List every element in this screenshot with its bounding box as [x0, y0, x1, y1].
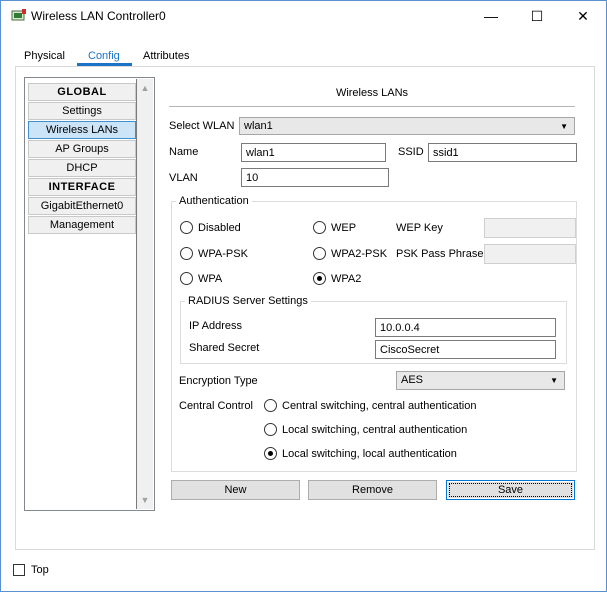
radio-wep-label: WEP	[331, 222, 357, 234]
select-wlan-dropdown[interactable]: wlan1 ▼	[239, 117, 575, 135]
encryption-type-value: AES	[401, 374, 424, 386]
ip-address-label: IP Address	[189, 320, 242, 332]
nav-header-interface: INTERFACE	[28, 178, 136, 196]
shared-secret-field[interactable]: CiscoSecret	[375, 340, 556, 359]
radio-wpa-psk-label: WPA-PSK	[198, 248, 248, 260]
wep-key-label: WEP Key	[396, 222, 443, 234]
vlan-label: VLAN	[169, 172, 198, 184]
remove-button[interactable]: Remove	[308, 480, 437, 500]
radio-wpa2-label: WPA2	[331, 273, 362, 285]
name-field[interactable]: wlan1	[241, 143, 386, 162]
radio-central-switching-central-auth[interactable]	[264, 399, 277, 412]
name-label: Name	[169, 146, 199, 158]
select-wlan-label: Select WLAN	[169, 120, 235, 132]
vlan-field[interactable]: 10	[241, 168, 389, 187]
config-nav-list: GLOBAL Settings Wireless LANs AP Groups …	[24, 77, 155, 511]
window-title: Wireless LAN Controller0	[31, 9, 166, 23]
radio-wpa[interactable]	[180, 272, 193, 285]
radio-wpa-psk[interactable]	[180, 247, 193, 260]
psk-pass-phrase-label: PSK Pass Phrase	[396, 248, 484, 260]
radio-disabled[interactable]	[180, 221, 193, 234]
shared-secret-label: Shared Secret	[189, 342, 260, 354]
top-checkbox[interactable]	[13, 564, 25, 576]
chevron-down-icon: ▼	[560, 122, 568, 131]
authentication-title: Authentication	[176, 195, 252, 207]
ssid-label: SSID	[398, 146, 424, 158]
nav-header-global: GLOBAL	[28, 83, 136, 101]
psk-pass-phrase-field	[484, 244, 576, 264]
close-button[interactable]: ✕	[560, 1, 606, 32]
scroll-down-icon[interactable]: ▼	[137, 492, 153, 508]
central-control-label: Central Control	[179, 400, 253, 412]
wep-key-field	[484, 218, 576, 238]
local-switching-local-auth-label: Local switching, local authentication	[282, 448, 457, 460]
top-checkbox-label: Top	[31, 564, 49, 576]
central-switching-central-auth-label: Central switching, central authenticatio…	[282, 400, 477, 412]
ip-address-field[interactable]: 10.0.0.4	[375, 318, 556, 337]
scroll-up-icon[interactable]: ▲	[137, 80, 153, 96]
maximize-button[interactable]: ☐	[514, 1, 560, 32]
ssid-field[interactable]: ssid1	[428, 143, 577, 162]
app-icon	[11, 9, 27, 23]
local-switching-central-auth-label: Local switching, central authentication	[282, 424, 468, 436]
title-bar: Wireless LAN Controller0 — ☐ ✕	[1, 1, 606, 32]
nav-item-management[interactable]: Management	[28, 216, 136, 234]
radio-wpa2[interactable]	[313, 272, 326, 285]
radio-wep[interactable]	[313, 221, 326, 234]
close-icon: ✕	[577, 8, 589, 24]
nav-item-wireless-lans[interactable]: Wireless LANs	[28, 121, 136, 139]
select-wlan-value: wlan1	[244, 120, 273, 132]
nav-item-gigabitethernet0[interactable]: GigabitEthernet0	[28, 197, 136, 215]
radio-local-switching-local-auth[interactable]	[264, 447, 277, 460]
chevron-down-icon: ▼	[550, 376, 558, 385]
radio-local-switching-central-auth[interactable]	[264, 423, 277, 436]
encryption-type-dropdown[interactable]: AES ▼	[396, 371, 565, 390]
nav-item-ap-groups[interactable]: AP Groups	[28, 140, 136, 158]
radio-disabled-label: Disabled	[198, 222, 241, 234]
minimize-button[interactable]: —	[468, 1, 514, 32]
section-title: Wireless LANs	[335, 87, 409, 99]
tab-physical[interactable]: Physical	[16, 46, 73, 66]
nav-item-dhcp[interactable]: DHCP	[28, 159, 136, 177]
radio-wpa-label: WPA	[198, 273, 223, 285]
radius-settings-title: RADIUS Server Settings	[185, 295, 311, 307]
radio-wpa2-psk-label: WPA2-PSK	[331, 248, 388, 260]
section-divider	[169, 106, 575, 107]
nav-items-container: GLOBAL Settings Wireless LANs AP Groups …	[26, 79, 137, 509]
tab-attributes[interactable]: Attributes	[135, 46, 197, 66]
radio-wpa2-psk[interactable]	[313, 247, 326, 260]
minimize-icon: —	[484, 8, 498, 24]
nav-item-settings[interactable]: Settings	[28, 102, 136, 120]
new-button[interactable]: New	[171, 480, 300, 500]
save-button[interactable]: Save	[446, 480, 575, 500]
nav-scrollbar[interactable]: ▲ ▼	[137, 79, 153, 509]
application-window: Wireless LAN Controller0 — ☐ ✕ Physical …	[0, 0, 607, 592]
maximize-icon: ☐	[530, 8, 544, 24]
encryption-type-label: Encryption Type	[179, 375, 258, 387]
